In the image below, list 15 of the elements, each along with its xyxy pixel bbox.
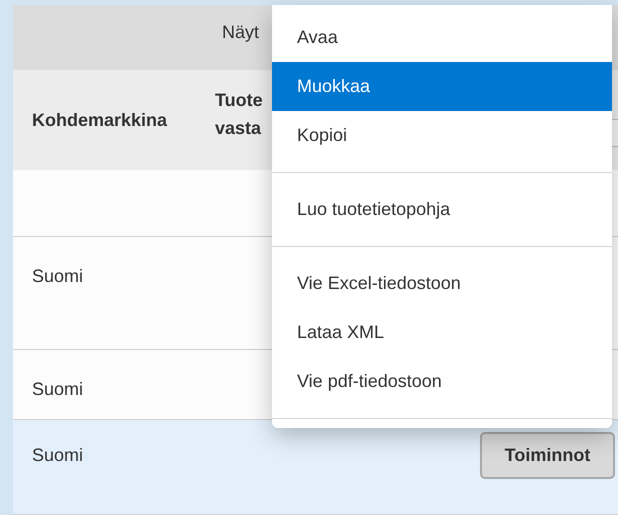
- actions-button[interactable]: Toiminnot: [480, 432, 615, 479]
- menu-item[interactable]: Muokkaa: [272, 62, 612, 111]
- table-cell-text: Suomi: [32, 265, 84, 288]
- menu-item[interactable]: Avaa: [272, 13, 612, 62]
- menu-item[interactable]: Lataa XML: [272, 308, 612, 357]
- menu-item[interactable]: Luo tuotetietopohja: [272, 185, 612, 234]
- column-header-text: Kohdemarkkina: [32, 108, 168, 132]
- menu-item[interactable]: Kopioi: [272, 111, 612, 160]
- table-row[interactable]: Suomi Toiminnot: [13, 420, 618, 515]
- column-header-text: Tuote vasta: [215, 89, 264, 140]
- menu-item[interactable]: Vie pdf-tiedostoon: [272, 357, 612, 406]
- table-cell-text: Suomi: [32, 444, 84, 467]
- table-cell-text: Suomi: [32, 378, 84, 401]
- menu-item[interactable]: Vie Excel-tiedostoon: [272, 259, 612, 308]
- group-header-text: Näyt: [222, 21, 260, 44]
